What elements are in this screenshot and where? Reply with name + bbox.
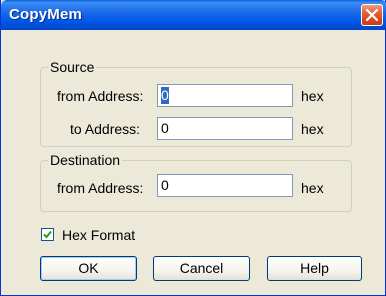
source-from-address-input[interactable]: 0 [157, 84, 293, 107]
title-bar[interactable]: CopyMem [1, 0, 386, 30]
destination-from-value: 0 [161, 177, 169, 193]
ok-button[interactable]: OK [40, 256, 137, 281]
cancel-button[interactable]: Cancel [153, 256, 250, 281]
close-button[interactable] [361, 4, 383, 26]
hex-format-label[interactable]: Hex Format [62, 227, 135, 243]
checkmark-icon [43, 230, 52, 239]
copymem-dialog: CopyMem Source from Address: 0 hex to Ad… [0, 0, 386, 296]
hex-format-checkbox[interactable] [41, 228, 54, 241]
source-to-value: 0 [161, 120, 169, 136]
source-from-value: 0 [161, 87, 169, 104]
source-from-unit: hex [301, 88, 324, 104]
source-from-label: from Address: [57, 88, 144, 104]
close-icon [366, 9, 378, 21]
destination-from-unit: hex [301, 180, 324, 196]
help-button[interactable]: Help [267, 256, 362, 281]
source-to-label: to Address: [70, 121, 141, 137]
window-title: CopyMem [9, 6, 83, 23]
destination-legend: Destination [48, 152, 123, 168]
source-legend: Source [48, 59, 97, 75]
source-to-unit: hex [301, 121, 324, 137]
destination-from-label: from Address: [57, 180, 144, 196]
source-to-address-input[interactable]: 0 [157, 117, 293, 140]
destination-from-address-input[interactable]: 0 [157, 174, 293, 197]
